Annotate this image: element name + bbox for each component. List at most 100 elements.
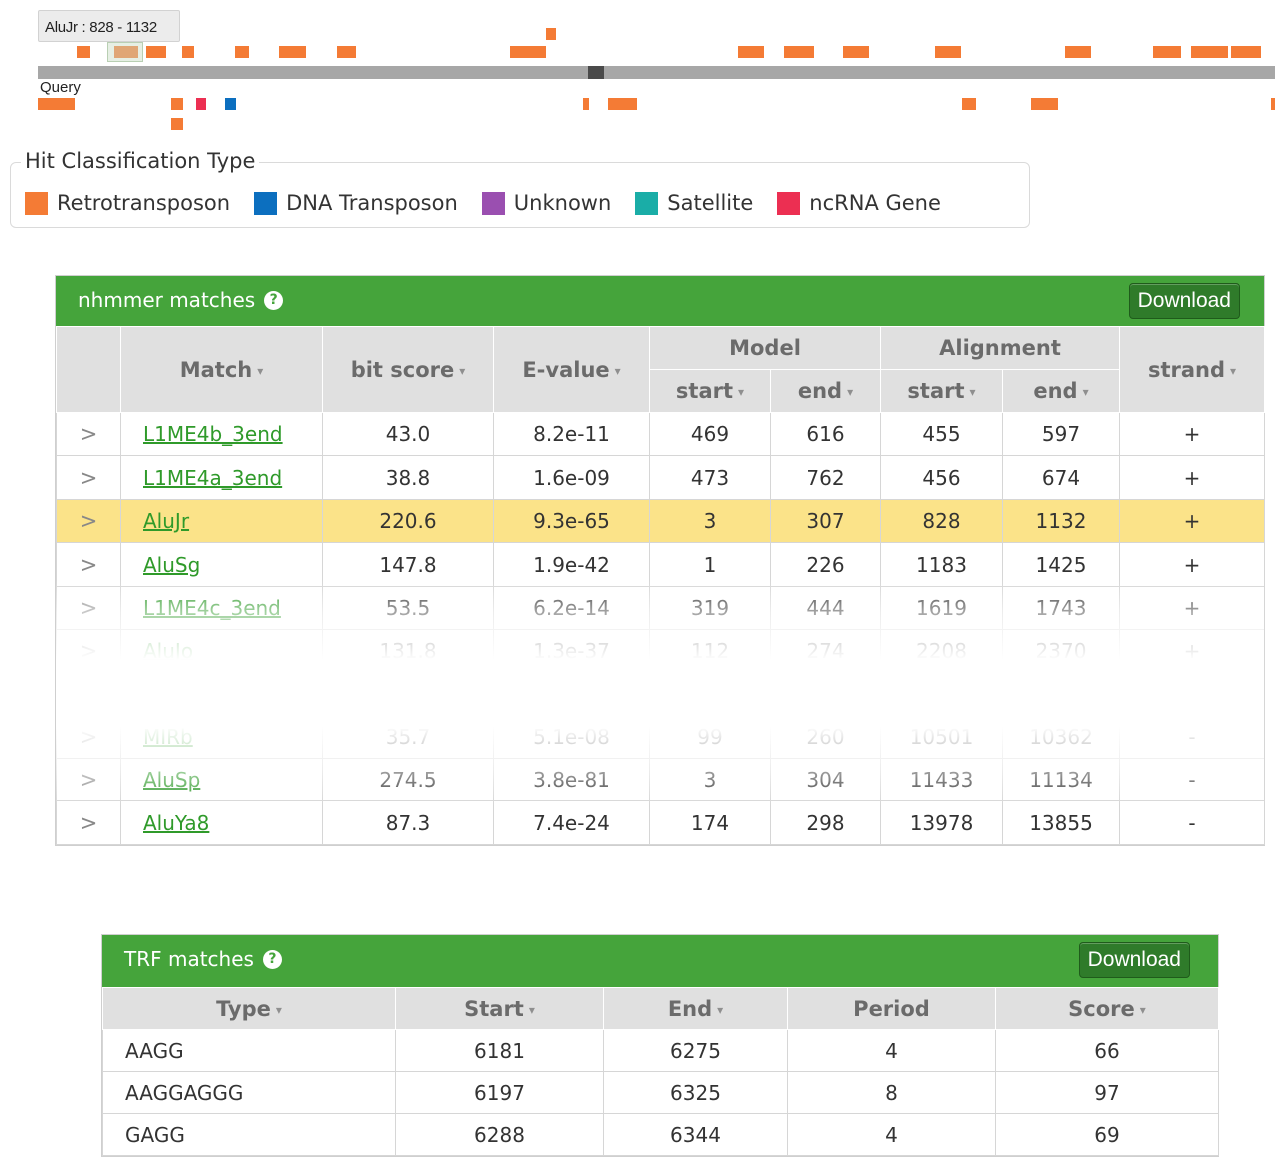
col-bit-score[interactable]: bit score ▾: [322, 326, 494, 413]
sort-caret-icon: ▾: [717, 1002, 724, 1017]
table-row[interactable]: > L1ME4b_3end 43.0 8.2e-11 469 616 455 597 +: [56, 412, 1265, 456]
expand-row-toggle[interactable]: >: [56, 499, 121, 543]
col-model-start[interactable]: start ▾: [649, 369, 771, 413]
query-hit-block[interactable]: [225, 98, 236, 110]
match-link[interactable]: L1ME4b_3end: [143, 422, 283, 446]
cell-start: 6197: [395, 1071, 604, 1114]
col-alignment-start[interactable]: start ▾: [880, 369, 1003, 413]
model-hit-block[interactable]: [784, 46, 814, 58]
model-hit-block[interactable]: [182, 46, 194, 58]
cell-end: 6344: [603, 1113, 788, 1156]
trf-title: TRF matches ?: [124, 947, 282, 971]
query-hit-block[interactable]: [962, 98, 976, 110]
query-hit-block[interactable]: [171, 98, 183, 110]
query-hit-block[interactable]: [171, 118, 183, 130]
sequence-axis: [38, 66, 1275, 79]
cell-evalue: 9.3e-65: [493, 499, 650, 543]
cell-strand: +: [1119, 455, 1265, 500]
query-hit-block[interactable]: [1271, 98, 1275, 110]
cell-bits: 43.0: [322, 412, 494, 456]
table-row[interactable]: > L1ME4a_3end 38.8 1.6e-09 473 762 456 674 +: [56, 455, 1265, 500]
cell-type: AAGGAGGG: [102, 1071, 396, 1114]
match-link[interactable]: L1ME4a_3end: [143, 466, 282, 490]
model-hit-block[interactable]: [546, 28, 556, 40]
query-hit-block[interactable]: [1031, 98, 1058, 110]
trf-download-button[interactable]: Download: [1078, 942, 1190, 978]
cell-bits: 87.3: [322, 800, 494, 845]
col-type[interactable]: Type ▾: [102, 987, 396, 1030]
sort-caret-icon: ▾: [1082, 385, 1089, 399]
table-row[interactable]: > AluYa8 87.3 7.4e-24 174 298 13978 13855-: [56, 800, 1265, 845]
sort-caret-icon: ▾: [459, 363, 466, 378]
model-hit-block[interactable]: [1231, 46, 1261, 58]
col-group-alignment: Alignment: [880, 326, 1120, 370]
col-alignment-end[interactable]: end ▾: [1002, 369, 1120, 413]
cell-end: 6325: [603, 1071, 788, 1114]
model-hit-block[interactable]: [235, 46, 249, 58]
match-link[interactable]: AluSg: [143, 553, 200, 577]
model-hit-block[interactable]: [1065, 46, 1091, 58]
cell-period: 8: [787, 1071, 996, 1114]
cell-score: 69: [995, 1113, 1219, 1156]
legend-label: ncRNA Gene: [809, 191, 941, 215]
help-icon[interactable]: ?: [264, 290, 284, 310]
col-match[interactable]: Match ▾: [120, 326, 323, 413]
model-hit-block[interactable]: [843, 46, 869, 58]
cell-period: 4: [787, 1113, 996, 1156]
match-cell: L1ME4b_3end: [120, 412, 323, 456]
expand-row-toggle[interactable]: >: [56, 455, 121, 500]
query-hit-block[interactable]: [196, 98, 206, 110]
cell-mstart: 3: [649, 499, 771, 543]
legend-label: Satellite: [667, 191, 754, 215]
expand-row-toggle[interactable]: >: [56, 412, 121, 456]
nhmmer-title: nhmmer matches ?: [78, 288, 284, 312]
trf-header: TRF matches ? Download: [102, 935, 1218, 987]
cell-strand: +: [1119, 412, 1265, 456]
selected-hit-highlight: [107, 42, 143, 62]
model-hit-block[interactable]: [510, 46, 546, 58]
model-hit-block[interactable]: [935, 46, 961, 58]
col-end[interactable]: End ▾: [603, 987, 788, 1030]
col-group-model: Model: [649, 326, 881, 370]
match-cell: AluYa8: [120, 800, 323, 845]
genome-track: AluJr : 828 - 1132 Query: [0, 0, 1275, 140]
match-link[interactable]: AluYa8: [143, 811, 209, 835]
expand-column-header: [56, 326, 121, 413]
cell-period: 4: [787, 1029, 996, 1072]
sort-caret-icon: ▾: [257, 363, 264, 378]
nhmmer-download-button[interactable]: Download: [1128, 283, 1240, 319]
legend-label: Unknown: [513, 191, 612, 215]
model-hit-block[interactable]: [1191, 46, 1228, 58]
col-strand[interactable]: strand ▾: [1119, 326, 1265, 413]
table-row[interactable]: AAGGAGGG 6197 6325 8 97: [102, 1071, 1219, 1114]
legend-item: Satellite: [635, 191, 753, 215]
sort-caret-icon: ▾: [1230, 363, 1237, 378]
legend-item: Retrotransposon: [25, 191, 230, 215]
table-row[interactable]: > AluJr 220.6 9.3e-65 3 307 828 1132 +: [56, 499, 1265, 543]
cell-astart: 828: [880, 499, 1003, 543]
col-evalue[interactable]: E-value ▾: [493, 326, 650, 413]
model-hit-block[interactable]: [337, 46, 356, 58]
col-score[interactable]: Score ▾: [995, 987, 1219, 1030]
sort-caret-icon: ▾: [614, 363, 621, 378]
query-hit-block[interactable]: [583, 98, 589, 110]
position-cursor[interactable]: [588, 66, 604, 79]
model-hit-block[interactable]: [279, 46, 306, 58]
cell-evalue: 8.2e-11: [493, 412, 650, 456]
table-row[interactable]: AAGG 6181 6275 4 66: [102, 1029, 1219, 1072]
help-icon[interactable]: ?: [262, 949, 282, 969]
col-start[interactable]: Start ▾: [395, 987, 604, 1030]
cell-aend: 1132: [1002, 499, 1120, 543]
match-link[interactable]: AluJr: [143, 509, 189, 533]
model-hit-block[interactable]: [738, 46, 764, 58]
model-hit-block[interactable]: [146, 46, 166, 58]
model-hit-block[interactable]: [1153, 46, 1181, 58]
match-cell: AluJr: [120, 499, 323, 543]
col-model-end[interactable]: end ▾: [770, 369, 881, 413]
table-row[interactable]: GAGG 6288 6344 4 69: [102, 1113, 1219, 1156]
expand-row-toggle[interactable]: >: [56, 800, 121, 845]
query-hit-block[interactable]: [608, 98, 637, 110]
query-hit-block[interactable]: [38, 98, 75, 110]
cell-astart: 13978: [880, 800, 1003, 845]
model-hit-block[interactable]: [77, 46, 90, 58]
